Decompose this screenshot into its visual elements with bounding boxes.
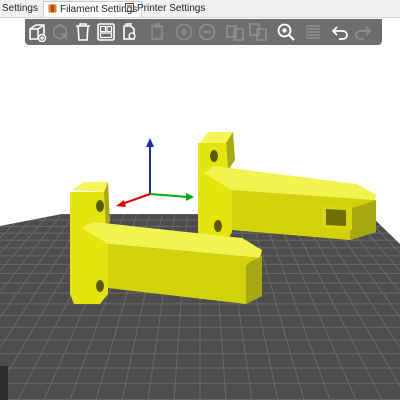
delete-icon	[50, 22, 70, 42]
split-objects-button[interactable]	[225, 22, 245, 42]
trash-icon	[73, 22, 93, 42]
printer-icon	[125, 2, 134, 11]
plus-circle-icon	[174, 22, 194, 42]
remove-instance-button[interactable]	[197, 22, 217, 42]
redo-icon	[353, 22, 373, 42]
x-axis	[122, 194, 150, 204]
y-axis-arrow	[186, 193, 194, 201]
main-toolbar	[25, 19, 382, 45]
add-cube-icon	[27, 22, 47, 42]
layers-button[interactable]	[303, 22, 323, 42]
search-button[interactable]	[276, 22, 296, 42]
y-axis	[150, 194, 188, 197]
split-parts-icon	[248, 22, 268, 42]
delete-all-button[interactable]	[73, 22, 93, 42]
redo-button[interactable]	[353, 22, 373, 42]
minus-circle-icon	[197, 22, 217, 42]
tab-printer-settings[interactable]: Printer Settings	[121, 1, 209, 16]
search-icon	[276, 22, 296, 42]
add-object-button[interactable]	[27, 22, 47, 42]
delete-button[interactable]	[50, 22, 70, 42]
copy-button[interactable]	[119, 22, 139, 42]
split-objects-icon	[225, 22, 245, 42]
layers-icon	[303, 22, 323, 42]
bracket-right[interactable]	[198, 132, 376, 244]
sidebar-collapse-handle[interactable]	[0, 366, 8, 400]
x-axis-arrow	[116, 200, 126, 207]
arrange-icon	[96, 22, 116, 42]
filament-spool-icon	[48, 3, 57, 12]
tab-print-settings[interactable]: Print Settings	[0, 1, 38, 16]
copy-icon	[119, 22, 139, 42]
add-instance-button[interactable]	[174, 22, 194, 42]
print-bed-scene[interactable]	[0, 46, 400, 400]
tab-print-settings-label: Print Settings	[0, 3, 38, 14]
undo-button[interactable]	[330, 22, 350, 42]
paste-icon	[147, 22, 167, 42]
split-parts-button[interactable]	[248, 22, 268, 42]
settings-tab-bar: Print Settings Filament Settings Printer…	[0, 0, 400, 18]
z-axis-arrow	[146, 138, 154, 147]
tab-printer-settings-label: Printer Settings	[137, 3, 205, 14]
arrange-button[interactable]	[96, 22, 116, 42]
undo-icon	[330, 22, 350, 42]
paste-button[interactable]	[147, 22, 167, 42]
